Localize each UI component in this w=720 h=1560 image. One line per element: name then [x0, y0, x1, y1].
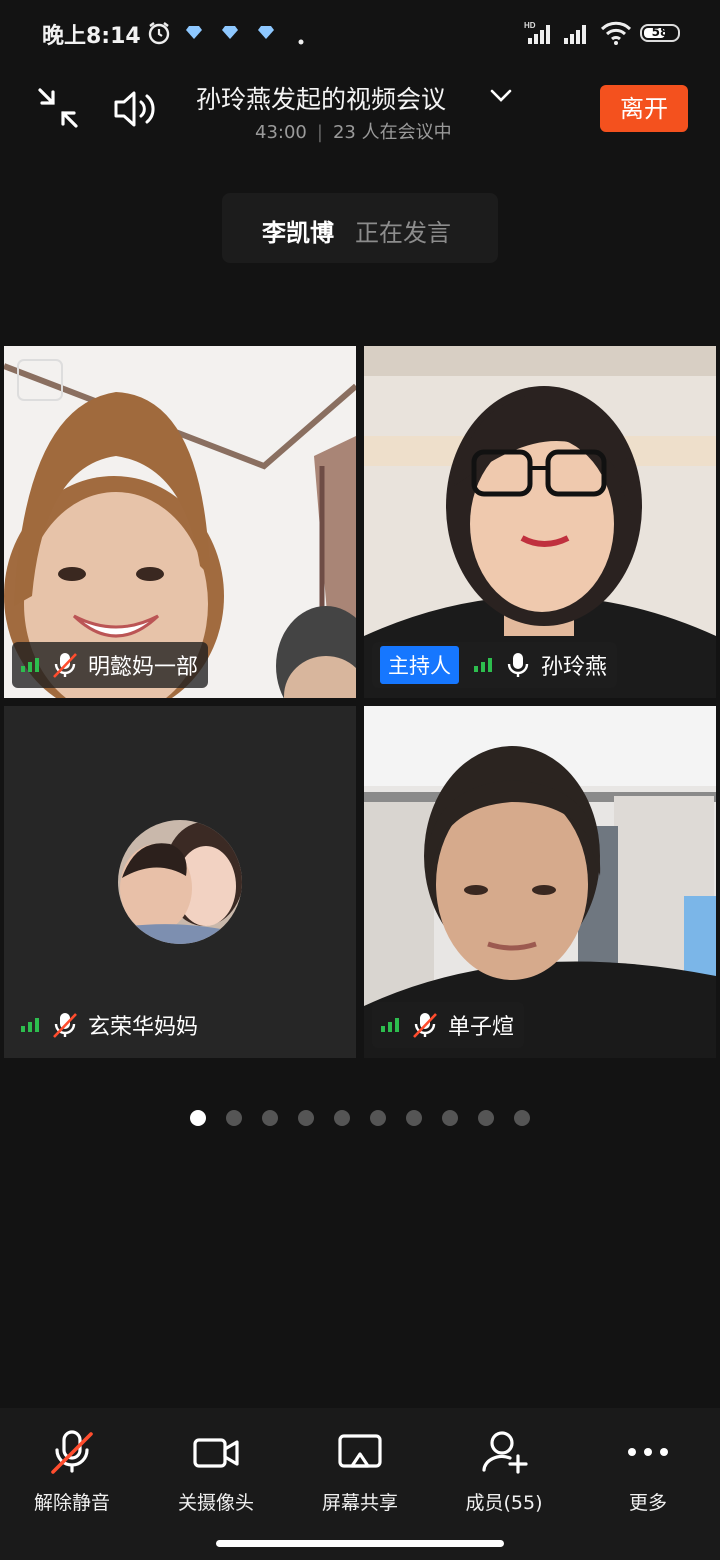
participant-tile[interactable]: 明懿妈一部	[4, 346, 356, 698]
page-dot[interactable]	[514, 1110, 530, 1126]
active-speaker-status: 正在发言	[355, 219, 451, 247]
page-dot[interactable]	[226, 1110, 242, 1126]
status-bar: 晚上8:14 HD 58	[0, 0, 720, 68]
add-member-icon	[480, 1428, 528, 1476]
screen-share-button[interactable]: 屏幕共享	[288, 1408, 432, 1528]
meeting-toolbar: 解除静音 关摄像头 屏幕共享 成员(55) 更多	[0, 1408, 720, 1560]
chevron-down-icon[interactable]	[488, 84, 514, 106]
diamond-icon	[258, 24, 274, 43]
video-camera-icon	[192, 1428, 240, 1476]
separator: |	[316, 122, 323, 143]
signal-strength-icon	[380, 1017, 402, 1033]
battery-icon: 58	[640, 24, 680, 42]
members-button[interactable]: 成员(55)	[432, 1408, 576, 1528]
participant-name: 单子煊	[448, 1015, 515, 1040]
page-dot[interactable]	[478, 1110, 494, 1126]
wifi-icon	[600, 20, 632, 50]
camera-off-label: 关摄像头	[177, 1492, 254, 1514]
mic-muted-icon	[52, 1011, 78, 1039]
unmute-button[interactable]: 解除静音	[0, 1408, 144, 1528]
status-time: 晚上8:14	[42, 24, 141, 49]
more-icon	[624, 1428, 672, 1476]
more-label: 更多	[628, 1492, 667, 1514]
page-dot[interactable]	[298, 1110, 314, 1126]
mic-icon	[505, 651, 531, 679]
page-dot[interactable]	[190, 1110, 206, 1126]
screen-share-label: 屏幕共享	[321, 1492, 398, 1514]
signal-icon: HD	[524, 20, 556, 50]
active-speaker-banner: 李凯博 正在发言	[222, 193, 498, 263]
unmute-label: 解除静音	[33, 1492, 110, 1514]
page-dot[interactable]	[370, 1110, 386, 1126]
meeting-duration: 43:00	[255, 122, 307, 143]
mic-muted-icon	[48, 1428, 96, 1476]
more-button[interactable]: 更多	[576, 1408, 720, 1528]
meeting-title[interactable]: 孙玲燕发起的视频会议	[196, 80, 526, 116]
participant-label: 明懿妈一部	[12, 642, 209, 688]
participant-tile[interactable]: 主持人 孙玲燕	[364, 346, 716, 698]
mic-muted-icon	[412, 1011, 438, 1039]
participant-label: 主持人 孙玲燕	[372, 642, 618, 688]
home-indicator[interactable]	[216, 1540, 504, 1547]
collapse-icon[interactable]	[36, 86, 80, 130]
page-dot[interactable]	[262, 1110, 278, 1126]
host-badge: 主持人	[380, 646, 459, 684]
participant-name: 玄荣华妈妈	[88, 1015, 199, 1040]
page-indicator[interactable]	[190, 1110, 530, 1126]
signal-strength-icon	[20, 1017, 42, 1033]
active-speaker-name: 李凯博	[262, 219, 334, 247]
page-dot[interactable]	[334, 1110, 350, 1126]
dot-icon	[298, 30, 304, 49]
diamond-icon	[222, 24, 238, 43]
signal-icon	[562, 20, 592, 50]
participant-name: 孙玲燕	[541, 655, 608, 680]
meeting-title-area[interactable]: 孙玲燕发起的视频会议	[196, 80, 526, 116]
page-dot[interactable]	[406, 1110, 422, 1126]
screen-share-icon	[336, 1428, 384, 1476]
leave-button[interactable]: 离开	[600, 85, 688, 132]
mic-muted-icon	[52, 651, 78, 679]
camera-off-button[interactable]: 关摄像头	[144, 1408, 288, 1528]
battery-level: 58	[651, 25, 669, 39]
alarm-icon	[146, 20, 172, 50]
signal-strength-icon	[20, 657, 42, 673]
attendee-count: 23 人在会议中	[332, 122, 452, 143]
speaker-icon[interactable]	[112, 88, 160, 130]
meeting-subtitle: 43:00 | 23 人在会议中	[255, 118, 452, 144]
participant-label: 单子煊	[372, 1002, 525, 1048]
participant-label: 玄荣华妈妈	[12, 1002, 208, 1048]
avatar	[118, 820, 242, 944]
participant-tile[interactable]: 单子煊	[364, 706, 716, 1058]
participant-tile[interactable]: 玄荣华妈妈	[4, 706, 356, 1058]
members-label: 成员(55)	[465, 1492, 543, 1514]
participant-name: 明懿妈一部	[88, 655, 199, 680]
signal-strength-icon	[473, 657, 495, 673]
network-badge: HD	[524, 21, 536, 30]
page-dot[interactable]	[442, 1110, 458, 1126]
diamond-icon	[186, 24, 202, 43]
